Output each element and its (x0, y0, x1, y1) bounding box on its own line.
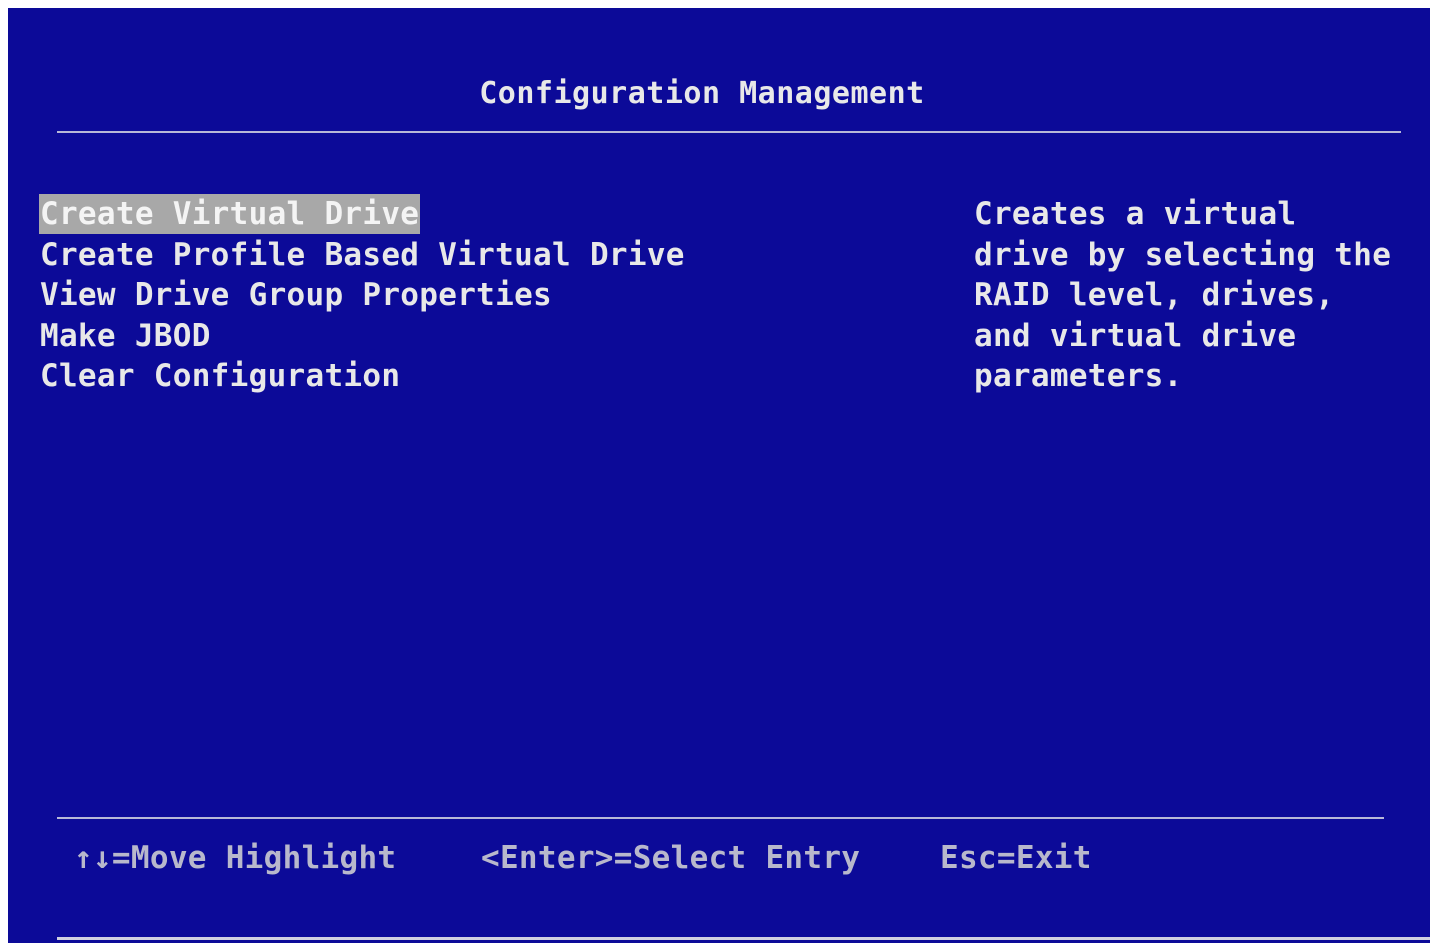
footer-hint-move-highlight: ↑↓=Move Highlight (74, 840, 397, 876)
footer-divider (57, 817, 1384, 819)
menu-item-label: Create Profile Based Virtual Drive (40, 236, 685, 273)
menu-item-label: Clear Configuration (40, 358, 401, 394)
title-divider (57, 131, 1401, 133)
bottom-border (57, 937, 1430, 940)
menu-item-make-jbod[interactable]: Make JBOD (39, 316, 686, 357)
menu-item-label: Create Virtual Drive (39, 194, 421, 234)
page-title: Configuration Management (479, 76, 925, 111)
footer-hint-select-entry: <Enter>=Select Entry (481, 840, 861, 876)
help-text: Creates a virtual drive by selecting the… (974, 194, 1391, 397)
footer-hint-exit: Esc=Exit (940, 840, 1092, 876)
help-line: and virtual drive (974, 317, 1297, 354)
help-line: RAID level, drives, (974, 277, 1335, 313)
menu-item-view-drive-group-properties[interactable]: View Drive Group Properties (39, 275, 686, 316)
help-line: drive by selecting the (974, 236, 1392, 273)
menu-item-create-profile-based-virtual-drive[interactable]: Create Profile Based Virtual Drive (39, 235, 686, 276)
menu-list: Create Virtual Drive Create Profile Base… (39, 194, 686, 397)
menu-item-label: View Drive Group Properties (40, 277, 553, 313)
help-line: Creates a virtual (974, 196, 1297, 232)
menu-item-clear-configuration[interactable]: Clear Configuration (39, 356, 686, 397)
menu-item-label: Make JBOD (40, 317, 211, 354)
help-line: parameters. (974, 358, 1183, 394)
menu-item-create-virtual-drive[interactable]: Create Virtual Drive (39, 194, 686, 235)
bios-screen: Configuration Management Create Virtual … (8, 8, 1430, 943)
